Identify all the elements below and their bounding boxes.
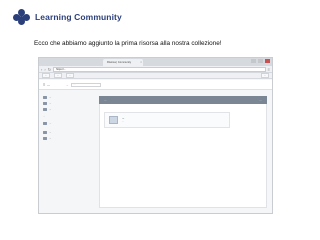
- tag-icon: [43, 136, 47, 140]
- panel-title: ...: [104, 98, 107, 102]
- app-content: ≡ ... ... ... ... ... ... ... ... ... ..…: [39, 80, 272, 213]
- clover-logo-icon: [11, 7, 32, 27]
- sidebar-collection[interactable]: ...: [43, 120, 85, 126]
- sidebar-item-label: ...: [49, 136, 52, 140]
- sidebar-item-label: ...: [49, 107, 52, 111]
- bookmarks-bar: ... ... ... ...: [39, 72, 272, 79]
- app-bar: ≡ ... ... ...: [39, 80, 272, 90]
- bookmark-item[interactable]: ...: [42, 72, 50, 79]
- minimize-icon[interactable]: [251, 59, 256, 63]
- resource-thumbnail: [109, 116, 118, 124]
- home-icon: [43, 95, 47, 99]
- app-search-label: ...: [65, 82, 69, 87]
- close-icon[interactable]: ×: [140, 59, 142, 66]
- browser-tab-label: Risorsa | Community: [107, 61, 132, 64]
- resource-description: ...: [122, 121, 124, 123]
- sidebar-item[interactable]: ...: [43, 106, 85, 112]
- bookmarks-other[interactable]: ...: [261, 72, 269, 79]
- sidebar: ... ... ... ... ... ... ...: [39, 90, 89, 213]
- browser-window: Risorsa | Community × ‹ › ↻ https://... …: [38, 57, 273, 214]
- sidebar-collection-label: ...: [49, 121, 52, 125]
- user-icon: [43, 107, 47, 111]
- bookmark-item[interactable]: ...: [54, 72, 62, 79]
- window-controls: [251, 59, 270, 63]
- header: Learning Community: [11, 7, 122, 27]
- sidebar-item-label: ...: [49, 95, 52, 99]
- browser-tab[interactable]: Risorsa | Community ×: [103, 59, 143, 66]
- close-window-icon[interactable]: [265, 59, 270, 63]
- app-search-input[interactable]: ...: [71, 82, 102, 87]
- sidebar-item[interactable]: ...: [43, 135, 85, 141]
- resource-text: ... ...: [122, 116, 124, 124]
- forward-icon[interactable]: ›: [44, 66, 45, 73]
- address-bar[interactable]: https://...: [53, 66, 266, 72]
- panel-action-button[interactable]: ...: [259, 98, 262, 102]
- bookmark-item[interactable]: ...: [66, 72, 74, 79]
- tab-strip: Risorsa | Community ×: [39, 58, 272, 66]
- resource-card[interactable]: ... ...: [104, 112, 230, 128]
- folder-icon: [43, 121, 47, 125]
- panel-header: ... ...: [99, 96, 267, 104]
- back-icon[interactable]: ‹: [41, 66, 42, 73]
- sidebar-item-label: ...: [49, 130, 52, 134]
- brand-title: Learning Community: [35, 12, 122, 22]
- caption-text: Ecco che abbiamo aggiunto la prima risor…: [34, 40, 222, 47]
- edit-icon: [43, 130, 47, 134]
- menu-icon[interactable]: ≡: [268, 67, 270, 72]
- document-icon: [43, 101, 47, 105]
- maximize-icon[interactable]: [258, 59, 263, 63]
- hamburger-icon[interactable]: ≡: [43, 82, 45, 87]
- app-logo[interactable]: ...: [47, 83, 50, 87]
- resource-title[interactable]: ...: [122, 116, 124, 120]
- panel-body: ... ...: [99, 104, 267, 208]
- collection-panel: ... ... ... ...: [99, 96, 267, 213]
- sidebar-item-label: ...: [49, 101, 52, 105]
- reload-icon[interactable]: ↻: [48, 66, 51, 73]
